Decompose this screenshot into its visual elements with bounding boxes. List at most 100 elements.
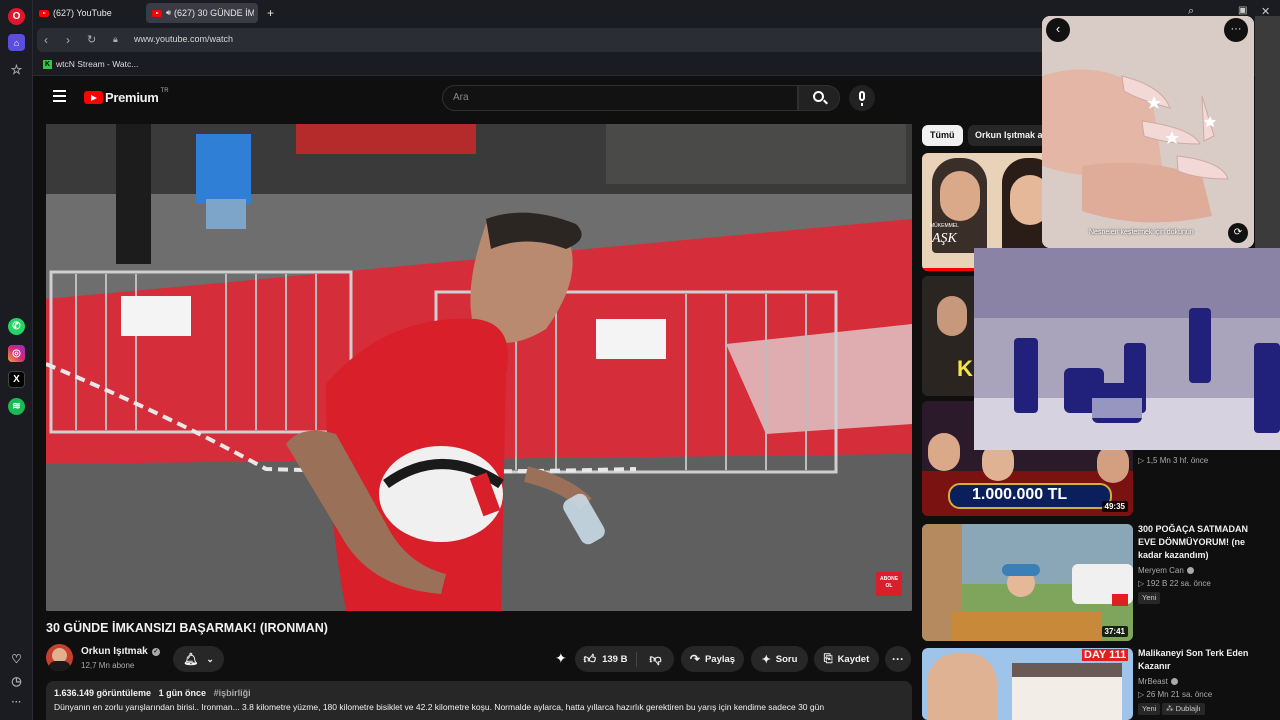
recommendation-thumbnail[interactable]: DAY 111	[922, 648, 1133, 720]
search-button[interactable]	[798, 85, 840, 111]
share-button[interactable]: ↷ Paylaş	[681, 646, 744, 672]
logo-text: Premium	[105, 90, 159, 105]
rec-channel-name: Meryem Can	[1138, 566, 1184, 575]
share-icon: ↷	[689, 652, 700, 666]
whatsapp-icon[interactable]: ✆	[8, 318, 25, 335]
new-badge: Yeni	[1138, 703, 1161, 715]
channel-avatar[interactable]	[46, 644, 73, 671]
rec-channel[interactable]: MrBeast	[1138, 677, 1178, 686]
like-button[interactable]: 👍︎ 139 B	[575, 651, 637, 667]
more-icon[interactable]: ···	[8, 694, 25, 711]
upload-age: 1 gün önce	[158, 688, 207, 698]
rec-title[interactable]: 300 POĞAÇA SATMADAN EVE DÖNMÜYORUM! (ne …	[1138, 523, 1268, 562]
hashtag-link[interactable]: #işbirliği	[214, 688, 251, 698]
youtube-favicon-icon	[39, 9, 49, 17]
lens-more-button[interactable]: ···	[1224, 18, 1248, 42]
description-stats: 1.636.149 görüntüleme 1 gün önce #işbirl…	[54, 688, 251, 698]
spotify-icon[interactable]: ≋	[8, 398, 25, 415]
thumb-text: 1.000.000 TL	[972, 486, 1068, 503]
back-icon[interactable]: ‹	[44, 33, 48, 47]
heart-icon[interactable]: ♡	[8, 650, 25, 667]
bookmark-icon: ⎘	[823, 652, 833, 665]
dislike-button[interactable]: 👎︎	[637, 652, 674, 667]
bookmark-label: wtcN Stream - Watc...	[56, 59, 139, 69]
tab-youtube[interactable]: (627) YouTube	[33, 3, 141, 23]
chip-all[interactable]: Tümü	[922, 125, 963, 146]
recommendation-thumbnail[interactable]: 37:41	[922, 524, 1133, 641]
subscribe-watermark[interactable]: ABONE OL	[877, 576, 901, 590]
new-badge: Yeni	[1138, 592, 1161, 604]
chip-channel[interactable]: Orkun Işıtmak a	[968, 125, 1050, 146]
sparkle-icon: ✦	[761, 653, 771, 666]
more-horizontal-icon: ···	[1230, 23, 1242, 35]
home-icon[interactable]: ⌂	[8, 34, 25, 51]
menu-icon[interactable]	[53, 90, 66, 102]
verified-icon: ✓	[151, 647, 160, 656]
new-tab-button[interactable]: +	[264, 3, 278, 23]
verified-icon	[1170, 678, 1178, 685]
verified-icon	[1186, 567, 1194, 574]
star-icon[interactable]: ☆	[8, 61, 25, 78]
search-placeholder: Ara	[453, 92, 469, 103]
history-icon[interactable]: ◷	[8, 672, 25, 689]
lens-side-strip	[1255, 16, 1280, 248]
more-actions-button[interactable]: ···	[885, 646, 911, 672]
video-player[interactable]: ABONE OL	[46, 124, 912, 611]
lens-hint: Nesneleri keşfetmek için dokunun	[1089, 229, 1194, 236]
ask-button[interactable]: ✦ Soru	[751, 646, 808, 672]
youtube-play-icon	[84, 91, 103, 104]
speaker-icon: 🔊︎	[166, 8, 172, 17]
view-count: 1.636.149 görüntüleme	[54, 688, 152, 698]
forward-icon[interactable]: ›	[66, 33, 70, 47]
browser-sidebar: O ⌂ ☆ ✆ ◎ X ≋ ♡ ◷ ···	[0, 0, 33, 720]
like-dislike-group: 👍︎ 139 B 👎︎	[575, 646, 674, 672]
dubbed-badge: ⁂ Dublajlı	[1162, 703, 1205, 715]
lens-popup[interactable]: ‹ ··· Nesneleri keşfetmek için dokunun ⟳	[1042, 16, 1254, 248]
rec-meta: ▷ 192 B 22 sa. önce	[1138, 579, 1211, 588]
thumbs-down-icon: 👎︎	[649, 651, 662, 666]
tab-video[interactable]: 🔊︎ (627) 30 GÜNDE İMKA	[146, 3, 258, 23]
bookmark-wtcn[interactable]: K wtcN Stream - Watc...	[43, 59, 138, 69]
tab-label: (627) 30 GÜNDE İMKA	[174, 8, 255, 18]
rec-channel[interactable]: Meryem Can	[1138, 566, 1194, 575]
chevron-down-icon: ⌄	[206, 653, 214, 664]
mic-icon	[859, 91, 865, 101]
nail-polish-image	[974, 248, 1280, 450]
rec-meta: ▷ 1,5 Mn 3 hf. önce	[1138, 456, 1209, 465]
snapshot-icon[interactable]: ▣	[1238, 5, 1247, 16]
rec-title[interactable]: Malikaneyi Son Terk Eden Kazanır	[1138, 647, 1268, 673]
opera-logo-icon[interactable]: O	[8, 8, 25, 25]
channel-name-text: Orkun Işıtmak	[81, 646, 148, 657]
thumb-text: K	[957, 356, 973, 381]
channel-name[interactable]: Orkun Işıtmak ✓	[81, 646, 160, 657]
lock-icon: 🔒︎	[113, 34, 118, 44]
rec-channel-name: MrBeast	[1138, 677, 1168, 686]
x-twitter-icon[interactable]: X	[8, 371, 25, 388]
back-button[interactable]: ‹	[1046, 18, 1070, 42]
reload-icon[interactable]: ↻	[87, 33, 96, 46]
instagram-icon[interactable]: ◎	[8, 345, 25, 362]
tab-label: (627) YouTube	[53, 8, 112, 18]
youtube-favicon-icon	[152, 9, 162, 17]
thumb-text: AŞK	[932, 231, 957, 246]
rec-meta: ▷ 26 Mn 21 sa. önce	[1138, 690, 1213, 699]
youtube-logo[interactable]: Premium TR	[84, 88, 169, 105]
more-horizontal-icon: ···	[892, 652, 904, 666]
notification-bell-button[interactable]: 🔔︎ ⌄	[173, 646, 224, 672]
lens-result-image[interactable]	[974, 248, 1280, 450]
address-bar[interactable]: ‹ › ↻ 🔒︎ www.youtube.com/watch	[37, 28, 1047, 52]
dubbed-icon: ⁂	[1166, 704, 1174, 713]
search-input[interactable]: Ara	[442, 85, 798, 111]
subscriber-count: 12,7 Mn abone	[81, 661, 135, 670]
url-text[interactable]: www.youtube.com/watch	[134, 34, 233, 44]
thumb-sub: MÜKEMMEL	[930, 223, 959, 229]
video-frame	[46, 124, 912, 611]
lens-image	[1042, 16, 1254, 248]
save-button[interactable]: ⎘ Kaydet	[814, 646, 879, 672]
voice-search-button[interactable]	[849, 85, 875, 111]
share-label: Paylaş	[704, 653, 736, 665]
collab-icon[interactable]: ✦	[555, 650, 567, 667]
lens-icon: ⟳	[1233, 227, 1243, 238]
description-box[interactable]: 1.636.149 görüntüleme 1 gün önce #işbirl…	[46, 681, 912, 720]
lens-search-button[interactable]: ⟳	[1228, 223, 1248, 243]
